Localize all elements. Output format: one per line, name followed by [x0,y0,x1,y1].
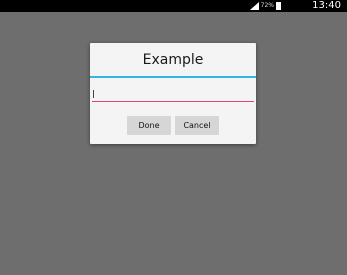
signal-icon [249,2,259,10]
cancel-button[interactable]: Cancel [175,116,219,135]
status-bar: 72% 13:40 [0,0,347,12]
dialog-title: Example [142,52,204,68]
battery-icon [276,2,281,10]
text-cursor [93,90,94,98]
title-divider [90,76,256,78]
done-button[interactable]: Done [127,116,171,135]
text-input[interactable] [92,87,254,102]
example-dialog: Example Done Cancel [90,43,256,144]
clock: 13:40 [312,0,341,11]
battery-percent: 72% [260,2,274,9]
